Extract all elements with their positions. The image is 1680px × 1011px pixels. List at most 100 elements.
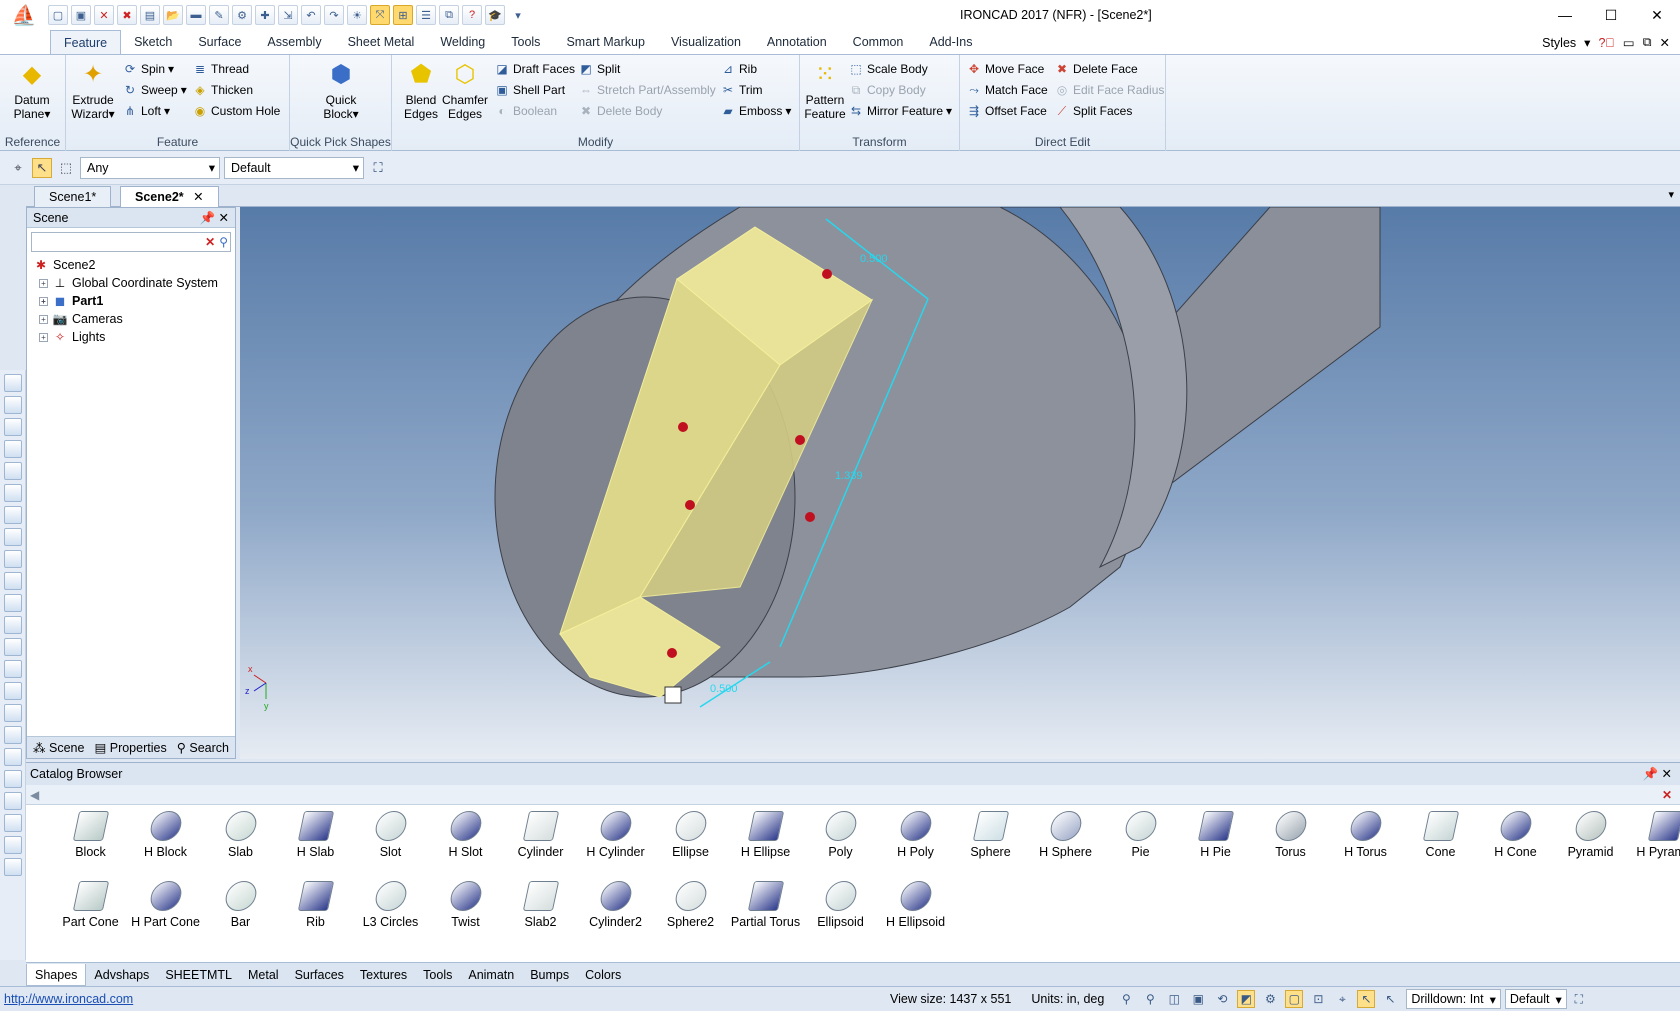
catalog-item-cylinder[interactable]: Cylinder <box>503 811 578 859</box>
move-face-button[interactable]: ✥ Move Face <box>966 59 1044 79</box>
catalog-item-h-ellipse[interactable]: H Ellipse <box>728 811 803 859</box>
display-icon[interactable]: ⚙ <box>1261 990 1279 1008</box>
tool-icon[interactable] <box>3 814 22 832</box>
tool-icon[interactable] <box>3 440 22 458</box>
catalog-item-h-pie[interactable]: H Pie <box>1178 811 1253 859</box>
triball-icon[interactable]: ⤧ <box>370 5 390 25</box>
trim-button[interactable]: ✂ Trim <box>720 80 763 100</box>
catalog-tab-shapes[interactable]: Shapes <box>26 963 87 986</box>
render-mode-icon[interactable]: ◩ <box>1237 990 1256 1008</box>
select-window-icon[interactable]: ⬚ <box>56 158 76 178</box>
catalog-item-partial-torus[interactable]: Partial Torus <box>728 881 803 929</box>
ribbon-close-icon[interactable]: ✕ <box>1660 35 1670 50</box>
tree-item-part1[interactable]: + ◼ Part1 <box>33 292 235 310</box>
mirror-feature-button[interactable]: ⇆ Mirror Feature ▾ <box>848 101 952 121</box>
new-scene-icon[interactable]: ▣ <box>71 5 91 25</box>
zoom-icon[interactable]: ⚲ <box>1117 990 1135 1008</box>
catalog-item-twist[interactable]: Twist <box>428 881 503 929</box>
catalog-item-cylinder2[interactable]: Cylinder2 <box>578 881 653 929</box>
catalog-item-ellipsoid[interactable]: Ellipsoid <box>803 881 878 929</box>
catalog-item-slot[interactable]: Slot <box>353 811 428 859</box>
template-icon[interactable]: ▤ <box>140 5 160 25</box>
select-filter-icon[interactable]: ⌖ <box>1333 990 1351 1008</box>
tool-icon[interactable] <box>3 858 22 876</box>
catalog-item-part-cone[interactable]: Part Cone <box>53 881 128 929</box>
catalog-item-h-slab[interactable]: H Slab <box>278 811 353 859</box>
catalog-tab-colors[interactable]: Colors <box>577 964 629 986</box>
tool-icon[interactable] <box>3 484 22 502</box>
styles-dropdown-icon[interactable]: ▾ <box>1584 35 1590 50</box>
tab-feature[interactable]: Feature <box>50 30 122 54</box>
expand-icon[interactable]: + <box>39 278 48 288</box>
tab-add-ins[interactable]: Add-Ins <box>916 30 985 54</box>
tool-icon[interactable] <box>3 770 22 788</box>
drag-handle[interactable] <box>685 500 695 510</box>
edit-face-radius-button[interactable]: ◎ Edit Face Radius <box>1054 80 1165 100</box>
tool-icon[interactable] <box>3 748 22 766</box>
select-pointer-icon[interactable]: ↖ <box>32 157 52 178</box>
tool-icon[interactable] <box>3 506 22 524</box>
catalog-item-h-pyramid[interactable]: H Pyramid <box>1628 811 1680 859</box>
stretch-part-button[interactable]: ⇔ Stretch Part/Assembly <box>578 80 716 100</box>
tool-icon[interactable] <box>3 704 22 722</box>
match-face-button[interactable]: ⤳ Match Face <box>966 80 1048 100</box>
tool-icon[interactable] <box>3 528 22 546</box>
help-circle-icon[interactable]: ?⃝ <box>1598 36 1614 50</box>
drag-handle[interactable] <box>795 435 805 445</box>
pointer-icon[interactable]: ↖ <box>1357 990 1376 1008</box>
catalog-tab-sheetmtl[interactable]: SHEETMTL <box>157 964 240 986</box>
catalog-tab-tools[interactable]: Tools <box>415 964 460 986</box>
drag-handle[interactable] <box>805 512 815 522</box>
spin-button[interactable]: ⟳ Spin ▾ <box>122 59 174 79</box>
selection-style-combo[interactable]: Default ▾ <box>224 156 364 179</box>
render-icon[interactable]: ☀ <box>347 5 367 25</box>
shading-icon[interactable]: ▣ <box>1189 990 1207 1008</box>
delete-body-button[interactable]: ✖ Delete Body <box>578 101 662 121</box>
catalog-tab-animatn[interactable]: Animatn <box>460 964 522 986</box>
scene-settings-icon[interactable]: ⛶ <box>1570 990 1588 1008</box>
catalog-item-pie[interactable]: Pie <box>1103 811 1178 859</box>
catalog-item-torus[interactable]: Torus <box>1253 811 1328 859</box>
catalog-item-h-part-cone[interactable]: H Part Cone <box>128 881 203 929</box>
blend-edges-button[interactable]: ⬟ Blend Edges <box>398 59 444 122</box>
catalog-item-h-sphere[interactable]: H Sphere <box>1028 811 1103 859</box>
pattern-feature-button[interactable]: ⁙ Pattern Feature <box>802 59 848 122</box>
tab-common[interactable]: Common <box>840 30 917 54</box>
close-button[interactable]: ✕ <box>1634 0 1680 30</box>
catalog-item-h-ellipsoid[interactable]: H Ellipsoid <box>878 881 953 929</box>
catalog-item-cone[interactable]: Cone <box>1403 811 1478 859</box>
catalog-item-l3-circles[interactable]: L3 Circles <box>353 881 428 929</box>
tree-item-cameras[interactable]: + 📷 Cameras <box>33 310 235 328</box>
catalog-item-pyramid[interactable]: Pyramid <box>1553 811 1628 859</box>
add-part-icon[interactable]: ✚ <box>255 5 275 25</box>
catalog-item-h-cone[interactable]: H Cone <box>1478 811 1553 859</box>
catalog-item-block[interactable]: Block <box>53 811 128 859</box>
tab-assembly[interactable]: Assembly <box>254 30 334 54</box>
tree-item-lights[interactable]: + ✧ Lights <box>33 328 235 346</box>
catalog-item-slab[interactable]: Slab <box>203 811 278 859</box>
ironcad-link[interactable]: http://www.ironcad.com <box>0 992 880 1006</box>
tutorial-icon[interactable]: 🎓 <box>485 5 505 25</box>
catalog-tab-metal[interactable]: Metal <box>240 964 287 986</box>
quick-block-button[interactable]: ⬢ Quick Block▾ <box>318 59 364 122</box>
tool-icon[interactable] <box>3 418 22 436</box>
chamfer-edges-button[interactable]: ⬡ Chamfer Edges <box>442 59 488 122</box>
drag-handle[interactable] <box>822 269 832 279</box>
clear-filter-icon[interactable]: ✕ <box>205 235 215 249</box>
view-cube-icon[interactable]: ◫ <box>1165 990 1183 1008</box>
copy-icon[interactable]: ⧉ <box>439 5 459 25</box>
catalog-tab-bumps[interactable]: Bumps <box>522 964 577 986</box>
dimension-label-height[interactable]: 0.500 <box>710 683 738 695</box>
tab-surface[interactable]: Surface <box>185 30 254 54</box>
sweep-button[interactable]: ↻ Sweep ▾ <box>122 80 187 100</box>
tool-icon[interactable] <box>3 660 22 678</box>
hierarchy-icon[interactable]: ⛶ <box>368 158 388 178</box>
snap-icon[interactable]: ⊞ <box>393 5 413 25</box>
close-panel-icon[interactable]: ✕ <box>1662 767 1672 781</box>
properties-tab[interactable]: ▤ Properties <box>94 740 166 755</box>
view-mode-icon[interactable]: ▢ <box>1285 990 1304 1008</box>
tab-visualization[interactable]: Visualization <box>658 30 754 54</box>
offset-face-button[interactable]: ⇶ Offset Face <box>966 101 1047 121</box>
tab-sketch[interactable]: Sketch <box>121 30 185 54</box>
maximize-button[interactable]: ☐ <box>1588 0 1634 30</box>
